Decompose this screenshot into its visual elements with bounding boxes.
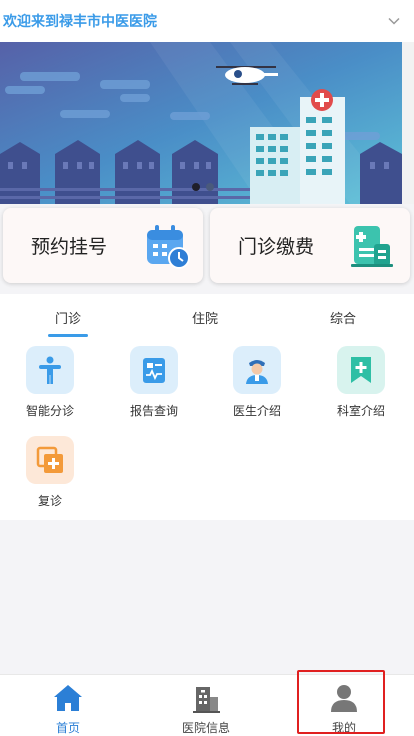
home-icon bbox=[54, 685, 82, 711]
bookmark-plus-icon bbox=[337, 346, 385, 394]
banner-edge bbox=[402, 42, 414, 204]
tab-inpatient[interactable]: 住院 bbox=[192, 308, 218, 327]
tab-outpatient[interactable]: 门诊 bbox=[55, 308, 81, 327]
nav-label: 医院信息 bbox=[181, 721, 230, 735]
carousel-dot[interactable] bbox=[206, 183, 214, 191]
feature-label: 医生介绍 bbox=[232, 404, 281, 418]
chevron-down-icon[interactable] bbox=[388, 15, 400, 27]
document-payment-icon bbox=[351, 226, 393, 267]
payment-label: 门诊缴费 bbox=[238, 236, 315, 258]
feature-follow-up[interactable]: 复诊 bbox=[10, 436, 90, 509]
user-icon bbox=[331, 685, 357, 712]
feature-label: 报告查询 bbox=[129, 404, 178, 418]
top-bar: 欢迎来到禄丰市中医医院 bbox=[0, 0, 414, 42]
feature-label: 复诊 bbox=[37, 494, 62, 508]
welcome-title: 欢迎来到禄丰市中医医院 bbox=[3, 14, 157, 30]
feature-department-intro[interactable]: 科室介绍 bbox=[321, 346, 401, 419]
nav-me[interactable]: 我的 bbox=[294, 675, 394, 736]
report-icon bbox=[130, 346, 178, 394]
appointment-label: 预约挂号 bbox=[31, 236, 108, 258]
feature-doctor-intro[interactable]: 医生介绍 bbox=[217, 346, 297, 419]
hospital-building-icon bbox=[193, 687, 220, 713]
carousel-indicator bbox=[192, 183, 214, 191]
nav-label: 我的 bbox=[331, 721, 356, 735]
bottom-nav: 首页 医院信息 我的 bbox=[0, 674, 414, 736]
service-panel: 门诊 住院 综合 智能分诊 报告查询 医生介绍 科室介绍 复诊 bbox=[0, 294, 414, 520]
quick-actions: 预约挂号 门诊缴费 bbox=[0, 204, 414, 290]
copy-plus-icon bbox=[26, 436, 74, 484]
doctor-icon bbox=[233, 346, 281, 394]
active-tab-indicator bbox=[48, 334, 88, 337]
calendar-clock-icon bbox=[147, 225, 190, 269]
nav-hospital-info[interactable]: 医院信息 bbox=[156, 675, 256, 736]
feature-smart-triage[interactable]: 智能分诊 bbox=[10, 346, 90, 419]
appointment-button[interactable]: 预约挂号 bbox=[3, 208, 203, 283]
feature-report-query[interactable]: 报告查询 bbox=[114, 346, 194, 419]
service-tabs: 门诊 住院 综合 bbox=[0, 294, 414, 338]
nav-label: 首页 bbox=[55, 721, 80, 735]
feature-label: 科室介绍 bbox=[336, 404, 385, 418]
carousel-dot-active[interactable] bbox=[192, 183, 200, 191]
outpatient-payment-button[interactable]: 门诊缴费 bbox=[210, 208, 410, 283]
person-standing-icon bbox=[26, 346, 74, 394]
tab-general[interactable]: 综合 bbox=[330, 308, 356, 327]
hospital-banner[interactable] bbox=[0, 42, 402, 204]
banner-illustration bbox=[0, 42, 402, 204]
feature-label: 智能分诊 bbox=[25, 404, 74, 418]
nav-home[interactable]: 首页 bbox=[18, 675, 118, 736]
